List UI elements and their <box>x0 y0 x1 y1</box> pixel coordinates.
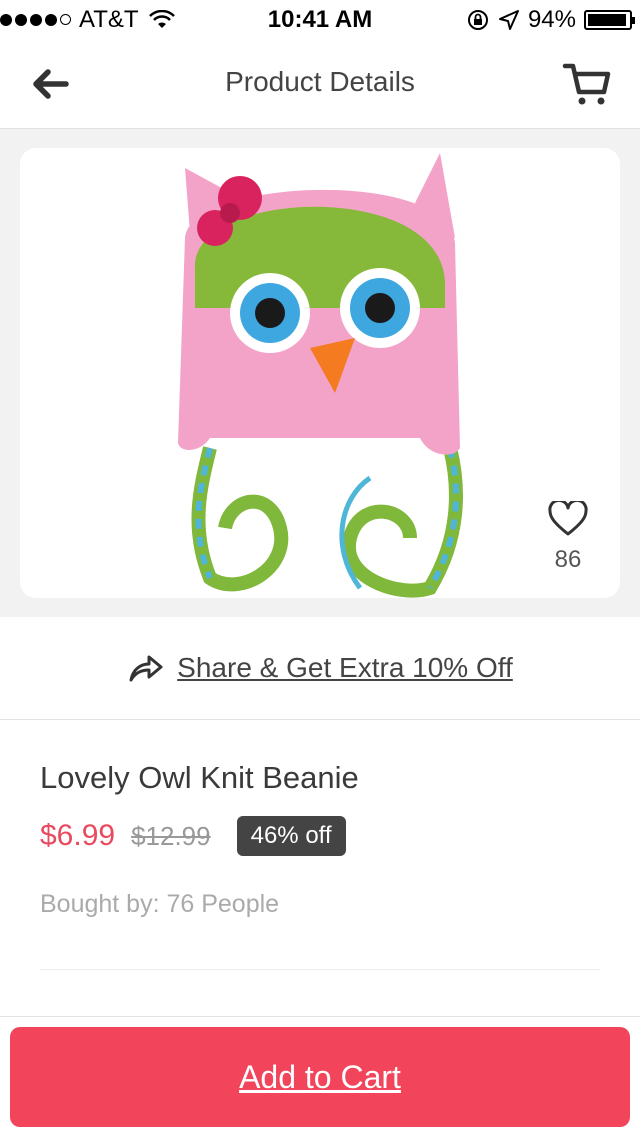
share-row[interactable]: Share & Get Extra 10% Off <box>0 617 640 720</box>
rotation-lock-icon <box>467 10 488 30</box>
location-arrow-icon <box>498 10 519 30</box>
status-bar: AT&T 10:41 AM 94% <box>0 0 640 40</box>
like-group[interactable]: 86 <box>538 498 598 574</box>
product-image-card[interactable]: 86 <box>20 148 620 598</box>
product-info: Lovely Owl Knit Beanie $6.99 $12.99 46% … <box>40 760 600 919</box>
current-price: $6.99 <box>40 819 116 852</box>
product-name: Lovely Owl Knit Beanie <box>40 760 359 795</box>
share-icon[interactable] <box>127 653 163 683</box>
battery-icon <box>584 10 635 30</box>
heart-icon[interactable] <box>548 498 588 537</box>
shopping-cart-icon[interactable] <box>562 60 612 108</box>
add-to-cart-button[interactable]: Add to Cart <box>10 1027 630 1127</box>
battery-percent: 94% <box>527 6 576 33</box>
status-right: 94% <box>466 6 635 34</box>
product-image-area: 86 <box>0 129 640 617</box>
divider <box>40 969 600 970</box>
nav-bar: Product Details <box>0 40 640 129</box>
bought-by-count: Bought by: 76 People <box>40 890 280 918</box>
bottom-bar: Add to Cart <box>0 1016 640 1137</box>
product-image[interactable] <box>170 148 470 598</box>
price-row: $6.99 $12.99 46% off <box>40 816 600 856</box>
battery-fill <box>588 14 626 26</box>
like-count: 86 <box>554 546 582 573</box>
share-link[interactable]: Share & Get Extra 10% Off <box>177 652 513 684</box>
original-price: $12.99 <box>131 820 211 851</box>
discount-badge: 46% off <box>236 816 346 856</box>
page-title: Product Details <box>225 66 415 97</box>
